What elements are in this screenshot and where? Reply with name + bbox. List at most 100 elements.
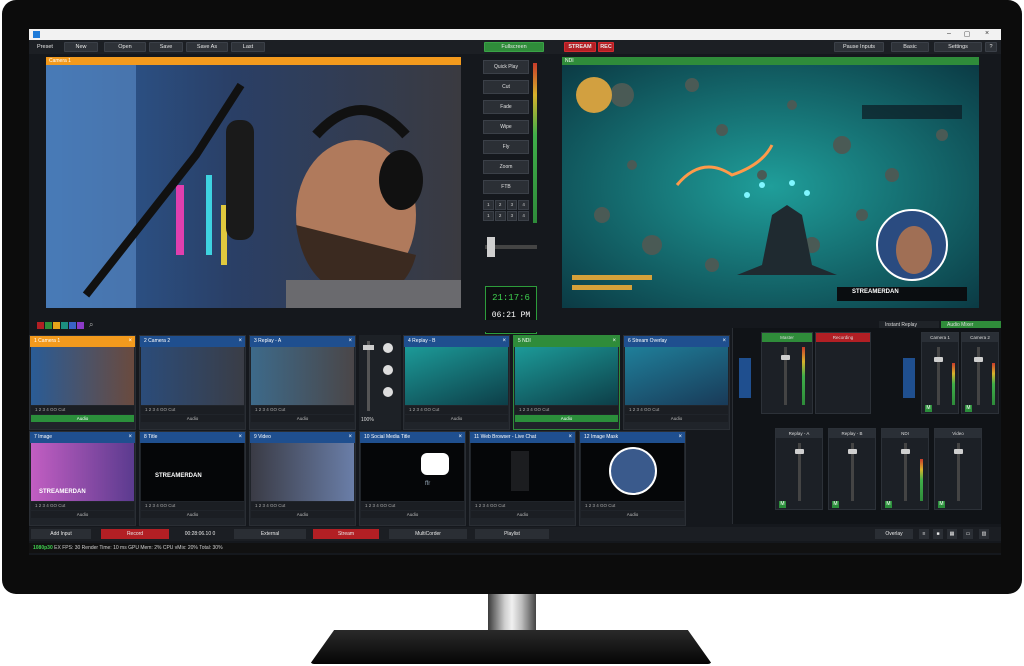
input-tile[interactable]: 2 Camera 2 × 1 2 3 4 GO Cut Audio <box>139 335 246 430</box>
input-tile[interactable]: 12 Image Mask × 1 2 3 4 GO Cut Audio <box>579 431 686 526</box>
input-tile[interactable]: 5 NDI × 1 2 3 4 GO Cut Audio <box>513 335 620 430</box>
close-icon[interactable]: × <box>238 432 242 443</box>
fader-knob[interactable] <box>848 449 857 454</box>
audio-button[interactable]: Audio <box>251 415 354 422</box>
mute-button[interactable]: M <box>938 501 945 508</box>
mute-button[interactable]: M <box>779 501 786 508</box>
search-icon[interactable]: ⌕ <box>89 320 93 330</box>
input-tile[interactable]: 6 Stream Overlay × 1 2 3 4 GO Cut Audio <box>623 335 730 430</box>
ftb-button[interactable]: FTB <box>483 180 529 194</box>
close-icon[interactable]: × <box>348 336 352 347</box>
input-controls[interactable]: 1 2 3 4 GO Cut <box>361 502 464 510</box>
monitor-icon[interactable]: ▭ <box>963 529 973 539</box>
open-button[interactable]: Open <box>104 42 146 52</box>
close-icon[interactable]: × <box>348 432 352 443</box>
layout-icon[interactable]: ▥ <box>979 529 989 539</box>
mute-button[interactable]: M <box>965 405 972 412</box>
input-controls[interactable]: 1 2 3 4 GO Cut <box>141 502 244 510</box>
color-filter-teal[interactable] <box>61 322 68 329</box>
stream-indicator[interactable]: STREAM <box>564 42 596 52</box>
replay-speed-knob[interactable] <box>363 345 374 350</box>
fader-knob[interactable] <box>974 357 983 362</box>
audio-button[interactable]: Audio <box>251 511 354 518</box>
close-icon[interactable]: × <box>238 336 242 347</box>
mute-button[interactable]: M <box>885 501 892 508</box>
color-filter-red[interactable] <box>37 322 44 329</box>
audio-button[interactable]: Audio <box>361 511 464 518</box>
transition-2-button[interactable]: 2 <box>494 200 506 210</box>
input-controls[interactable]: 1 2 3 4 GO Cut <box>251 406 354 414</box>
close-icon[interactable]: × <box>678 432 682 443</box>
input-controls[interactable]: 1 2 3 4 GO Cut <box>31 406 134 414</box>
input-tile[interactable]: 3 Replay - A × 1 2 3 4 GO Cut Audio <box>249 335 356 430</box>
audio-button[interactable]: Audio <box>581 511 684 518</box>
help-button[interactable]: ? <box>985 42 997 52</box>
input-controls[interactable]: 1 2 3 4 GO Cut <box>515 406 618 414</box>
stinger-4-button[interactable]: 4 <box>518 211 529 221</box>
fly-button[interactable]: Fly <box>483 140 529 154</box>
input-tile[interactable]: 1 Camera 1 × 1 2 3 4 GO Cut Audio <box>29 335 136 430</box>
stinger-1-button[interactable]: 1 <box>483 211 494 221</box>
transition-4-button[interactable]: 4 <box>518 200 529 210</box>
close-icon[interactable]: × <box>128 432 132 443</box>
color-filter-green[interactable] <box>45 322 52 329</box>
audio-button[interactable]: Audio <box>515 415 618 422</box>
settings-button[interactable]: Settings <box>934 42 982 52</box>
zoom-button[interactable]: Zoom <box>483 160 529 174</box>
volume-fader[interactable] <box>937 347 940 405</box>
stinger-2-button[interactable]: 2 <box>494 211 506 221</box>
input-controls[interactable]: 1 2 3 4 GO Cut <box>471 502 574 510</box>
input-tile[interactable]: 4 Replay - B × 1 2 3 4 GO Cut Audio <box>403 335 510 430</box>
playlist-button[interactable]: Playlist <box>475 529 549 539</box>
save-as-button[interactable]: Save As <box>186 42 228 52</box>
list-view-icon[interactable]: ≡ <box>919 529 929 539</box>
overlay-button[interactable]: Overlay <box>875 529 913 539</box>
external-button[interactable]: External <box>234 529 306 539</box>
close-button[interactable]: × <box>979 30 995 37</box>
input-controls[interactable]: 1 2 3 4 GO Cut <box>141 406 244 414</box>
save-button[interactable]: Save <box>149 42 183 52</box>
fullscreen-button[interactable]: Fullscreen <box>484 42 544 52</box>
audio-button[interactable]: Audio <box>141 415 244 422</box>
t-bar-handle[interactable] <box>487 237 495 257</box>
input-controls[interactable]: 1 2 3 4 GO Cut <box>31 502 134 510</box>
close-icon[interactable]: × <box>722 336 726 347</box>
stream-button[interactable]: Stream <box>313 529 379 539</box>
preset-label[interactable]: Preset <box>32 42 58 52</box>
record-button[interactable]: Record <box>101 529 169 539</box>
input-controls[interactable]: 1 2 3 4 GO Cut <box>251 502 354 510</box>
maximize-button[interactable]: ▢ <box>959 30 975 38</box>
color-filter-orange[interactable] <box>53 322 60 329</box>
input-tile[interactable]: 11 Web Browser - Live Chat × 1 2 3 4 GO … <box>469 431 576 526</box>
rec-indicator[interactable]: REC <box>598 42 614 52</box>
audio-button[interactable]: Audio <box>625 415 728 422</box>
basic-button[interactable]: Basic <box>891 42 929 52</box>
output-panel[interactable]: NDI STREAMERDAN <box>562 57 979 308</box>
grid-view-icon[interactable]: ▦ <box>947 529 957 539</box>
volume-fader[interactable] <box>977 347 980 405</box>
fader-knob[interactable] <box>795 449 804 454</box>
replay-stop-icon[interactable] <box>383 387 393 397</box>
close-icon[interactable]: × <box>568 432 572 443</box>
input-tile[interactable]: 8 Title × STREAMERDAN 1 2 3 4 GO Cut Aud… <box>139 431 246 526</box>
preview-panel[interactable]: Camera 1 <box>46 57 461 308</box>
fader-knob[interactable] <box>901 449 910 454</box>
close-icon[interactable]: × <box>128 336 132 347</box>
input-tile[interactable]: 7 Image × STREAMERDAN 1 2 3 4 GO Cut Aud… <box>29 431 136 526</box>
close-icon[interactable]: × <box>502 336 506 347</box>
audio-button[interactable]: Audio <box>141 511 244 518</box>
color-filter-blue[interactable] <box>69 322 76 329</box>
input-tile[interactable]: 9 Video × 1 2 3 4 GO Cut Audio <box>249 431 356 526</box>
bus-a-tab[interactable] <box>739 358 751 398</box>
stinger-3-button[interactable]: 3 <box>506 211 518 221</box>
add-input-button[interactable]: Add Input <box>31 529 91 539</box>
replay-play-icon[interactable] <box>383 343 393 353</box>
audio-button[interactable]: Audio <box>471 511 574 518</box>
close-icon[interactable]: × <box>612 336 616 347</box>
fade-button[interactable]: Fade <box>483 100 529 114</box>
quick-play-button[interactable]: Quick Play <box>483 60 529 74</box>
fader-knob[interactable] <box>781 355 790 360</box>
fader-knob[interactable] <box>954 449 963 454</box>
wipe-button[interactable]: Wipe <box>483 120 529 134</box>
fader-knob[interactable] <box>934 357 943 362</box>
